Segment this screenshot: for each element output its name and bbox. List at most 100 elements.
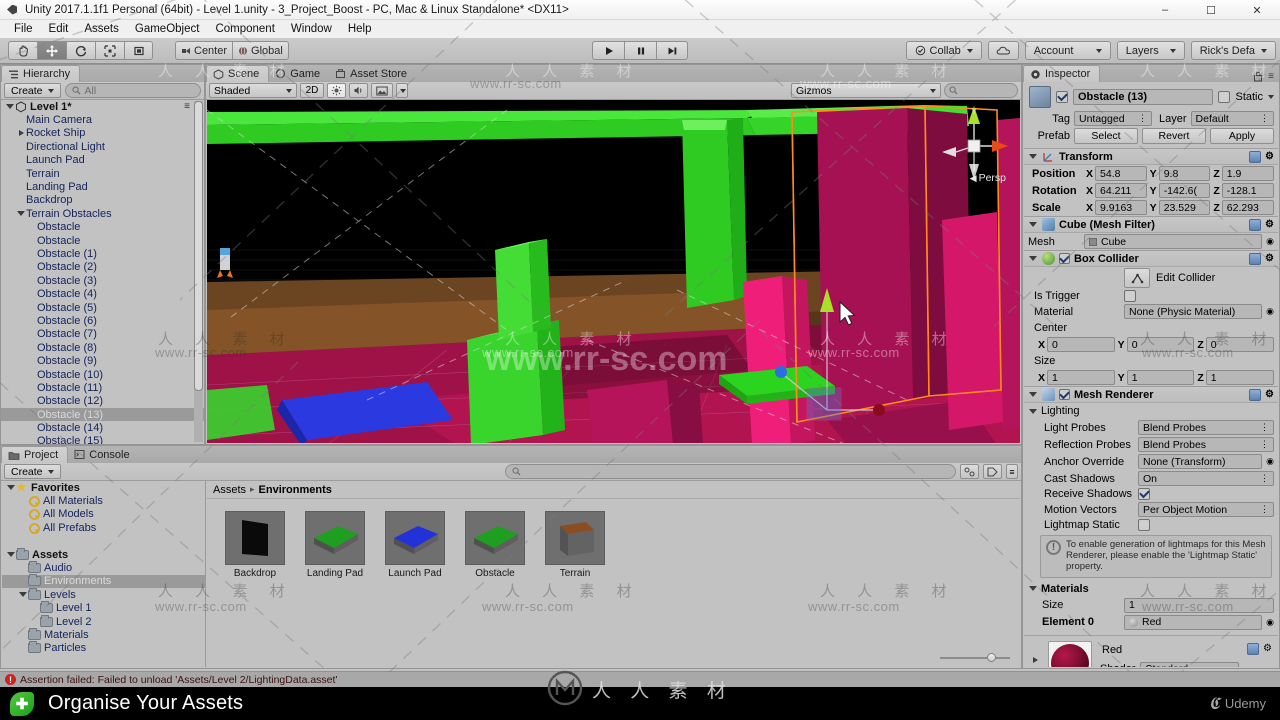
project-create-button[interactable]: Create (4, 464, 61, 479)
project-tree-item[interactable]: Level 1 (2, 601, 205, 615)
anchor-override-field[interactable]: None (Transform) (1138, 454, 1263, 469)
object-name-field[interactable]: Obstacle (13) (1073, 89, 1214, 105)
hierarchy-scene-root[interactable]: Level 1* ≡ (1, 100, 204, 113)
transform-rotation-y[interactable]: -142.6( (1158, 183, 1211, 198)
hierarchy-create-button[interactable]: Create (4, 83, 61, 98)
materials-section-header[interactable]: Materials (1024, 581, 1278, 597)
chevron-right-icon[interactable] (16, 130, 26, 137)
tab-game[interactable]: Game (269, 65, 329, 82)
hierarchy-item[interactable]: Backdrop (1, 194, 204, 207)
hierarchy-item[interactable]: Obstacle (6) (1, 314, 204, 327)
gear-icon[interactable]: ⚙ (1265, 389, 1274, 400)
hierarchy-item[interactable]: Directional Light (1, 140, 204, 153)
hierarchy-item[interactable]: Obstacle (5) (1, 301, 204, 314)
help-icon[interactable] (1249, 218, 1262, 231)
cloud-button[interactable] (987, 41, 1019, 60)
scene-viewport[interactable]: Y ◀ Persp (207, 100, 1020, 443)
light-probes-dropdown[interactable]: Blend Probes ⋮ (1138, 420, 1274, 435)
chevron-down-icon[interactable] (1028, 586, 1038, 592)
hierarchy-item[interactable]: Obstacle (12) (1, 395, 204, 408)
help-icon[interactable] (1249, 388, 1262, 401)
chevron-down-icon[interactable] (1028, 154, 1038, 159)
meshrenderer-component-header[interactable]: Mesh Renderer ⚙ (1024, 386, 1278, 403)
hierarchy-item[interactable]: Obstacle (13) (1, 407, 204, 422)
hierarchy-item[interactable]: Obstacle (4) (1, 287, 204, 300)
menu-file[interactable]: File (6, 22, 41, 36)
scene-options-icon[interactable]: ≡ (184, 101, 190, 112)
collab-button[interactable]: Collab (905, 41, 982, 60)
lighting-section-header[interactable]: Lighting (1024, 403, 1278, 419)
chevron-right-icon[interactable] (1030, 656, 1040, 663)
collider-size-y[interactable]: 1 (1126, 370, 1195, 385)
menu-assets[interactable]: Assets (76, 22, 127, 36)
play-button[interactable] (592, 41, 624, 60)
gear-icon[interactable]: ⚙ (1265, 219, 1274, 230)
move-tool-button[interactable] (37, 41, 66, 60)
gizmos-dropdown[interactable]: Gizmos (791, 83, 941, 98)
project-tree-item[interactable]: Levels (2, 587, 205, 601)
account-button[interactable]: Account (1024, 41, 1111, 60)
static-dropdown[interactable]: Static (1235, 91, 1274, 103)
asset-item[interactable]: Launch Pad (383, 511, 447, 579)
project-search-input[interactable] (505, 464, 957, 479)
asset-item[interactable]: Terrain (543, 511, 607, 579)
project-filter-button[interactable] (960, 464, 980, 479)
pivot-rotation-button[interactable]: Global (232, 41, 289, 60)
menu-component[interactable]: Component (207, 22, 282, 36)
toggle-lighting-button[interactable] (327, 83, 346, 98)
hierarchy-scrollbar[interactable] (194, 101, 203, 442)
menu-edit[interactable]: Edit (41, 22, 77, 36)
anchor-override-picker-icon[interactable]: ◉ (1266, 456, 1274, 467)
tab-asset-store[interactable]: Asset Store (329, 65, 416, 82)
chevron-down-icon[interactable] (5, 104, 15, 110)
menu-window[interactable]: Window (283, 22, 340, 36)
transform-scale-z[interactable]: 62.293 (1221, 200, 1275, 215)
menu-gameobject[interactable]: GameObject (127, 22, 208, 36)
collider-size-z[interactable]: 1 (1205, 370, 1275, 385)
chevron-down-icon[interactable] (1028, 256, 1038, 261)
hierarchy-item[interactable]: Terrain Obstacles (1, 207, 204, 220)
project-tree-item[interactable]: Level 2 (2, 614, 205, 628)
motion-vectors-dropdown[interactable]: Per Object Motion ⋮ (1138, 502, 1274, 517)
rotate-tool-button[interactable] (66, 41, 95, 60)
static-checkbox[interactable] (1218, 91, 1231, 103)
status-bar[interactable]: ! Assertion failed: Failed to unload 'As… (0, 671, 1280, 687)
project-tree-item[interactable] (2, 535, 205, 548)
minimize-button[interactable]: – (1142, 0, 1188, 20)
pause-button[interactable] (624, 41, 656, 60)
transform-scale-y[interactable]: 23.529 (1158, 200, 1211, 215)
transform-rotation-z[interactable]: -128.1 (1221, 183, 1275, 198)
boxcollider-enabled-checkbox[interactable] (1059, 253, 1070, 264)
help-icon[interactable] (1247, 642, 1260, 655)
breadcrumb-root[interactable]: Assets (213, 484, 246, 496)
close-button[interactable]: ✕ (1234, 0, 1280, 20)
asset-item[interactable]: Obstacle (463, 511, 527, 579)
asset-size-slider[interactable] (940, 652, 1010, 663)
toggle-2d-button[interactable]: 2D (300, 83, 324, 98)
hand-tool-button[interactable] (8, 41, 37, 60)
transform-position-z[interactable]: 1.9 (1221, 166, 1275, 181)
mesh-picker-icon[interactable]: ◉ (1266, 236, 1274, 247)
project-menu-button[interactable]: ≡ (1006, 464, 1019, 479)
reflection-probes-dropdown[interactable]: Blend Probes ⋮ (1138, 437, 1274, 452)
chevron-down-icon[interactable] (6, 485, 16, 491)
menu-help[interactable]: Help (340, 22, 380, 36)
hierarchy-item[interactable]: Obstacle (15) (1, 435, 204, 444)
inspector-menu-icon[interactable]: ≡ (1268, 71, 1274, 82)
transform-scale-x[interactable]: 9.9163 (1095, 200, 1147, 215)
hierarchy-item[interactable]: Landing Pad (1, 180, 204, 193)
hierarchy-item[interactable]: Obstacle (7) (1, 328, 204, 341)
project-folder-tree[interactable]: ★ Favorites All Materials All Models All Pre… (2, 481, 206, 667)
gear-icon[interactable]: ⚙ (1265, 253, 1274, 264)
lock-icon[interactable] (1253, 71, 1263, 82)
mesh-object-field[interactable]: Cube (1084, 234, 1263, 249)
project-tree-item[interactable]: Environments (2, 574, 205, 589)
collider-size-x[interactable]: 1 (1047, 370, 1115, 385)
shader-dropdown[interactable]: Standard (1140, 661, 1240, 667)
hierarchy-item[interactable]: Obstacle (1) (1, 247, 204, 260)
hierarchy-item[interactable]: Obstacle (9) (1, 354, 204, 367)
transform-position-x[interactable]: 54.8 (1095, 166, 1147, 181)
hierarchy-tree[interactable]: Level 1* ≡ Main Camera Rocket Ship Directi… (1, 100, 204, 444)
chevron-down-icon[interactable] (1028, 408, 1038, 414)
tab-scene[interactable]: Scene (206, 65, 270, 82)
